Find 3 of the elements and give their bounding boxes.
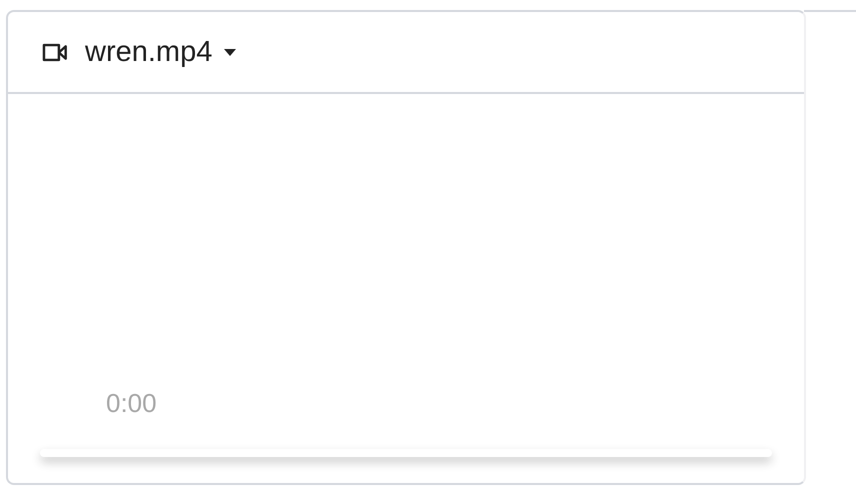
caret-icon (224, 48, 236, 56)
file-dropdown[interactable]: wren.mp4 (40, 36, 236, 68)
current-time: 0:00 (106, 388, 158, 419)
